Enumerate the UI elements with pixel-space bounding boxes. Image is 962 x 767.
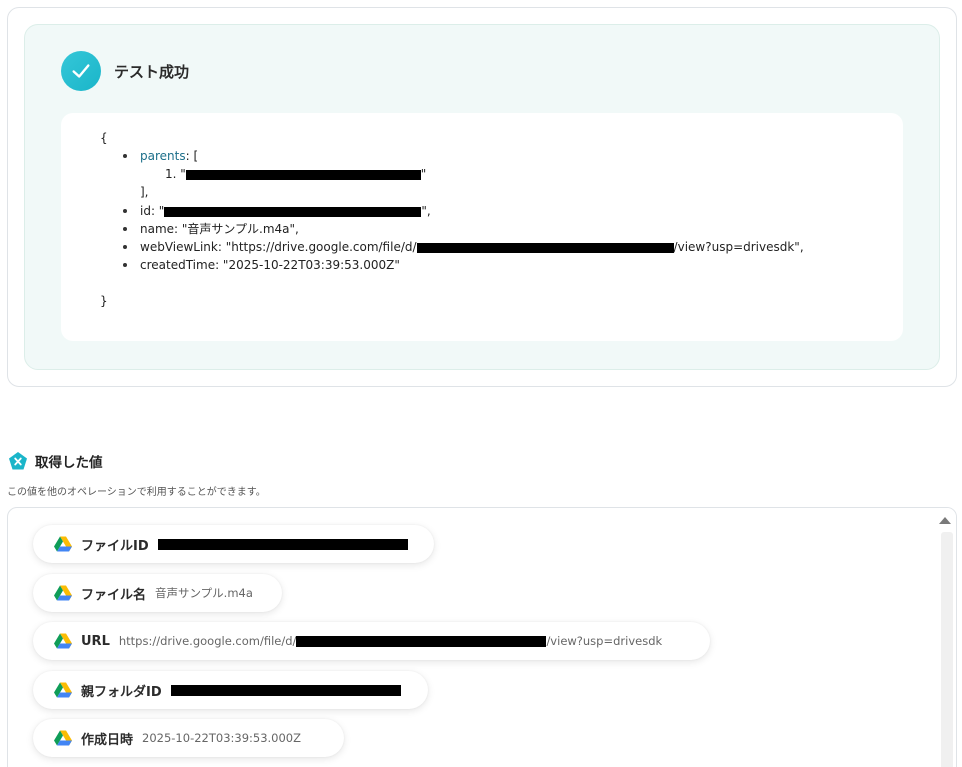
google-drive-icon: [54, 536, 72, 552]
pill-label: ファイル名: [81, 587, 147, 603]
json-parents-key: parents: [140, 149, 186, 163]
obtained-values-list[interactable]: ファイルID ファイル名 音声サンプル.m4a URL https://driv…: [7, 507, 957, 767]
check-icon: [61, 51, 101, 91]
bullet: [123, 263, 127, 267]
scrollbar-thumb[interactable]: [941, 532, 953, 767]
value-pill-file-id[interactable]: ファイルID: [33, 525, 434, 563]
value-pill-parent-folder-id[interactable]: 親フォルダID: [33, 671, 428, 709]
obtained-values-header: 取得した値: [8, 451, 103, 471]
obtained-values-title: 取得した値: [35, 455, 103, 471]
scroll-up-arrow-icon[interactable]: [939, 517, 951, 524]
pill-value: [157, 538, 408, 550]
json-webviewlink-line: webViewLink: "https://drive.google.com/f…: [140, 240, 804, 254]
obtained-values-description: この値を他のオペレーションで利用することができます。: [7, 487, 266, 498]
redacted-value: [296, 635, 547, 647]
google-drive-icon: [54, 633, 72, 649]
google-drive-icon: [54, 682, 72, 698]
json-parents-close: ],: [140, 185, 149, 199]
google-drive-icon: [54, 585, 72, 601]
json-name-line: name: "音声サンプル.m4a",: [140, 222, 299, 236]
bullet: [123, 209, 127, 213]
pill-value: 音声サンプル.m4a: [155, 586, 253, 600]
variable-icon: [9, 452, 27, 470]
success-header: テスト成功: [61, 51, 189, 91]
google-drive-icon: [54, 730, 72, 746]
value-pill-file-name[interactable]: ファイル名 音声サンプル.m4a: [33, 574, 282, 612]
bullet: [123, 227, 127, 231]
json-close-brace: }: [100, 294, 108, 308]
json-createdtime-line: createdTime: "2025-10-22T03:39:53.000Z": [140, 258, 400, 272]
json-id-line: id: " ",: [140, 204, 431, 218]
pill-label: 作成日時: [81, 732, 134, 748]
json-parents-line: parents: [: [140, 147, 198, 165]
json-parents-open: : [: [185, 149, 199, 163]
redacted-value: [416, 242, 674, 253]
pill-label: ファイルID: [81, 538, 149, 554]
scrollbar[interactable]: [938, 508, 956, 767]
pill-value: [170, 684, 401, 696]
bullet: [123, 245, 127, 249]
success-title: テスト成功: [114, 62, 190, 81]
redacted-value: [164, 206, 422, 217]
redacted-value: [170, 684, 401, 696]
pill-value: 2025-10-22T03:39:53.000Z: [142, 731, 302, 745]
json-output: { parents: [ 1. " " ], id: " ", name: "音声サ…: [61, 113, 903, 341]
pill-label: URL: [81, 633, 110, 649]
json-parents-item: 1. " ": [165, 167, 427, 181]
json-open-brace: {: [100, 131, 108, 145]
value-pill-url[interactable]: URL https://drive.google.com/file/d//vie…: [33, 622, 710, 660]
value-pill-created-time[interactable]: 作成日時 2025-10-22T03:39:53.000Z: [33, 719, 344, 757]
success-panel: テスト成功 { parents: [ 1. " " ], id: " ", name…: [24, 24, 940, 370]
redacted-value: [157, 538, 408, 550]
pill-value: https://drive.google.com/file/d//view?us…: [118, 634, 663, 648]
pill-label: 親フォルダID: [81, 684, 162, 700]
redacted-value: [185, 169, 421, 180]
test-result-card: テスト成功 { parents: [ 1. " " ], id: " ", name…: [7, 7, 957, 387]
bullet: [123, 154, 127, 158]
